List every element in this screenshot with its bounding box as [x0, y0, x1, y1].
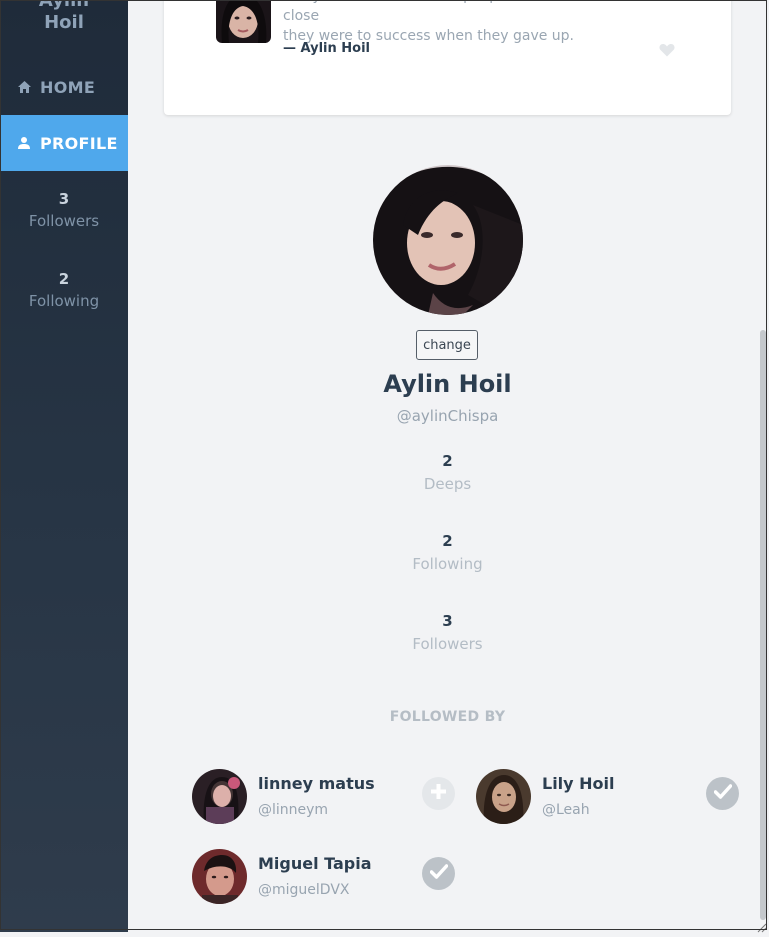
profile-stat-followers[interactable]: 3 Followers [128, 611, 767, 657]
sidebar: Aylin Hoil HOME PROFILE 3 Followers 2 Fo… [0, 0, 128, 932]
follower-item: linney matus @linneym [192, 769, 457, 825]
profile-avatar [373, 165, 523, 315]
sidebar-followers[interactable]: 3 Followers [0, 189, 128, 233]
profile-stat-deeps-count: 2 [442, 452, 453, 470]
profile-handle: @aylinChispa [396, 407, 499, 425]
followed-by-title: FOLLOWED BY [389, 709, 506, 725]
sidebar-followers-count: 3 [58, 190, 70, 208]
follower-handle: @linneym [258, 802, 329, 818]
following-button[interactable] [706, 777, 739, 810]
nav-home[interactable]: HOME [0, 59, 128, 115]
sidebar-following[interactable]: 2 Following [0, 269, 128, 313]
sidebar-user-first-name: Aylin [38, 0, 90, 11]
following-button[interactable] [422, 857, 455, 890]
profile-stat-followers-count: 3 [442, 612, 453, 630]
profile-stat-followers-label: Followers [412, 635, 483, 653]
follower-name[interactable]: linney matus [258, 774, 375, 793]
profile-stat-following-count: 2 [442, 532, 453, 550]
follower-handle: @Leah [542, 802, 590, 818]
follower-item: Lily Hoil @Leah [476, 769, 741, 825]
resize-handle-icon[interactable] [756, 918, 767, 933]
check-icon [429, 864, 448, 883]
follower-name[interactable]: Miguel Tapia [258, 854, 372, 873]
plus-icon [430, 783, 447, 804]
follower-avatar[interactable] [192, 849, 247, 904]
post-author[interactable]: — Aylin Hoil [283, 41, 370, 56]
nav-profile[interactable]: PROFILE [0, 115, 128, 171]
post-card: Many of life's failures are people who d… [164, 0, 731, 115]
profile-stat-deeps[interactable]: 2 Deeps [128, 451, 767, 497]
nav-profile-label: PROFILE [40, 133, 118, 153]
change-avatar-button[interactable]: change [416, 330, 478, 360]
home-icon [16, 79, 32, 95]
sidebar-following-label: Following [28, 292, 100, 310]
profile-stat-deeps-label: Deeps [423, 475, 472, 493]
profile-stat-following[interactable]: 2 Following [128, 531, 767, 577]
user-icon [16, 135, 32, 151]
follower-item: Miguel Tapia @miguelDVX [192, 849, 457, 905]
nav-home-label: HOME [40, 77, 96, 97]
follower-handle: @miguelDVX [258, 882, 350, 898]
follow-button[interactable] [422, 777, 455, 810]
sidebar-user-name: Aylin Hoil [0, 0, 128, 34]
follower-avatar[interactable] [192, 769, 247, 824]
heart-icon[interactable] [659, 42, 675, 57]
profile-stat-following-label: Following [412, 555, 483, 573]
follower-avatar[interactable] [476, 769, 531, 824]
post-author-avatar[interactable] [216, 0, 271, 43]
sidebar-user-last-name: Hoil [44, 12, 84, 33]
follower-name[interactable]: Lily Hoil [542, 774, 615, 793]
check-icon [713, 784, 732, 803]
post-text-line1: Many of life's failures are people who d… [283, 0, 682, 24]
scrollbar[interactable] [760, 330, 766, 920]
sidebar-following-count: 2 [58, 270, 70, 288]
profile-name: Aylin Hoil [383, 370, 512, 398]
sidebar-followers-label: Followers [28, 212, 100, 230]
post-text: Many of life's failures are people who d… [283, 0, 703, 46]
